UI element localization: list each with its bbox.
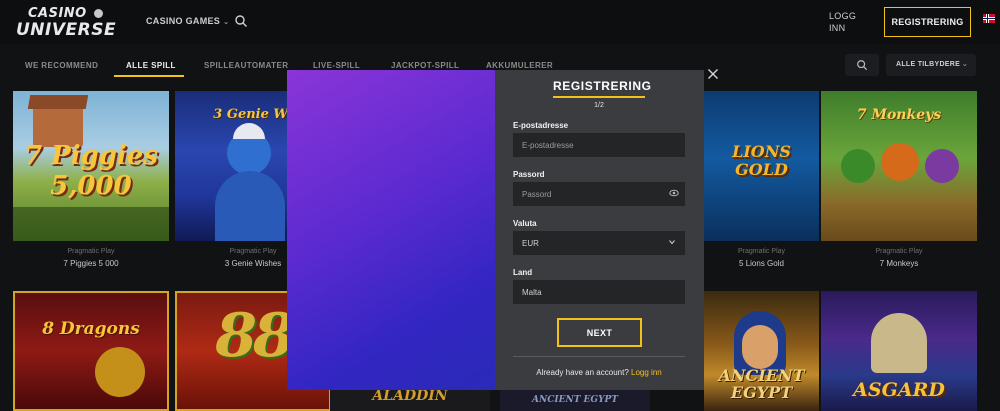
game-card[interactable]: 8 Dragons <box>13 291 169 411</box>
logo-line1: CASINO <box>28 6 87 21</box>
site-header: CASINO UNIVERSE CASINO GAMES ⌄ LOGG INN R… <box>0 0 1000 44</box>
login-link-modal[interactable]: Logg inn <box>631 368 662 377</box>
email-label: E-postadresse <box>513 121 569 130</box>
close-icon[interactable] <box>707 68 719 80</box>
tab-slots[interactable]: SPILLEAUTOMATER <box>204 61 288 70</box>
game-card[interactable]: 7 Piggies 5,000 Pragmatic Play 7 Piggies… <box>13 91 169 268</box>
tab-we-recommend[interactable]: WE RECOMMEND <box>25 61 98 70</box>
game-thumbnail[interactable]: 8 Dragons <box>13 291 169 411</box>
login-prompt: Already have an account? Logg inn <box>513 368 685 377</box>
providers-filter-select[interactable]: ALLE TILBYDERE ⌄ <box>886 54 976 76</box>
game-art-title: 7 Monkeys <box>856 107 942 123</box>
providers-filter-label: ALLE TILBYDERE <box>896 61 961 68</box>
casino-games-menu[interactable]: CASINO GAMES ⌄ <box>146 16 229 26</box>
game-provider: Pragmatic Play <box>875 248 923 255</box>
logo-ball-icon <box>94 9 103 18</box>
norway-flag-icon[interactable] <box>983 14 995 23</box>
game-thumbnail[interactable]: 7 Monkeys <box>821 91 977 241</box>
chevron-down-icon: ⌄ <box>961 61 968 68</box>
step-indicator: 1/2 <box>594 102 604 109</box>
register-button[interactable]: REGISTRERING <box>884 7 971 37</box>
currency-label: Valuta <box>513 219 537 228</box>
tab-live-games[interactable]: LIVE-SPILL <box>313 61 360 70</box>
active-tab-indicator <box>114 75 184 77</box>
email-field[interactable] <box>513 133 685 157</box>
game-provider: Pragmatic Play <box>67 248 115 255</box>
country-field[interactable]: Malta <box>513 280 685 304</box>
game-name[interactable]: 7 Piggies 5 000 <box>13 259 169 268</box>
show-password-eye-icon[interactable] <box>669 189 679 197</box>
search-icon <box>857 60 868 71</box>
game-name[interactable]: 5 Lions Gold <box>704 259 819 268</box>
next-button[interactable]: NEXT <box>557 318 642 347</box>
game-name[interactable]: 7 Monkeys <box>821 259 977 268</box>
game-art-title: LIONS GOLD <box>732 142 791 179</box>
tab-jackpot-games[interactable]: JACKPOT-SPILL <box>391 61 459 70</box>
currency-select[interactable]: EUR <box>513 231 685 255</box>
country-label: Land <box>513 268 533 277</box>
game-art-title: 8 Dragons <box>42 319 140 339</box>
game-thumbnail[interactable]: ASGARD <box>821 291 977 411</box>
game-thumbnail[interactable]: ANCIENT EGYPT <box>704 291 819 411</box>
password-field[interactable] <box>513 182 685 206</box>
game-thumbnail[interactable]: LIONS GOLD <box>704 91 819 241</box>
game-card[interactable]: ASGARD <box>821 291 977 411</box>
tab-all-games[interactable]: ALLE SPILL <box>126 61 176 70</box>
game-card[interactable]: 7 Monkeys Pragmatic Play 7 Monkeys <box>821 91 977 268</box>
game-search-button[interactable] <box>845 54 879 76</box>
login-link[interactable]: LOGG INN <box>829 10 859 34</box>
login-prompt-text: Already have an account? <box>536 368 629 377</box>
game-art-title: 7 Piggies 5,000 <box>24 141 158 201</box>
game-thumbnail[interactable]: 7 Piggies 5,000 <box>13 91 169 241</box>
divider <box>513 356 685 357</box>
search-icon[interactable] <box>234 14 248 28</box>
country-value: Malta <box>522 288 542 297</box>
tab-accumulators[interactable]: AKKUMULERER <box>486 61 553 70</box>
game-art-title: ASGARD <box>853 379 945 401</box>
game-art-title: ANCIENT EGYPT <box>718 366 805 402</box>
casino-universe-logo[interactable]: CASINO UNIVERSE <box>16 6 117 41</box>
game-provider: Pragmatic Play <box>737 248 786 255</box>
currency-value: EUR <box>522 239 539 248</box>
title-underline <box>553 96 645 98</box>
game-art-title: ALADDIN <box>372 388 448 404</box>
password-label: Passord <box>513 170 545 179</box>
game-art-title: ANCIENT EGYPT <box>532 395 618 405</box>
logo-line2: UNIVERSE <box>16 20 117 40</box>
chevron-down-icon <box>669 240 675 245</box>
modal-title: REGISTRERING <box>553 79 652 93</box>
casino-games-label: CASINO GAMES <box>146 16 221 26</box>
modal-promo-panel <box>287 70 495 390</box>
chevron-down-icon: ⌄ <box>223 19 230 26</box>
